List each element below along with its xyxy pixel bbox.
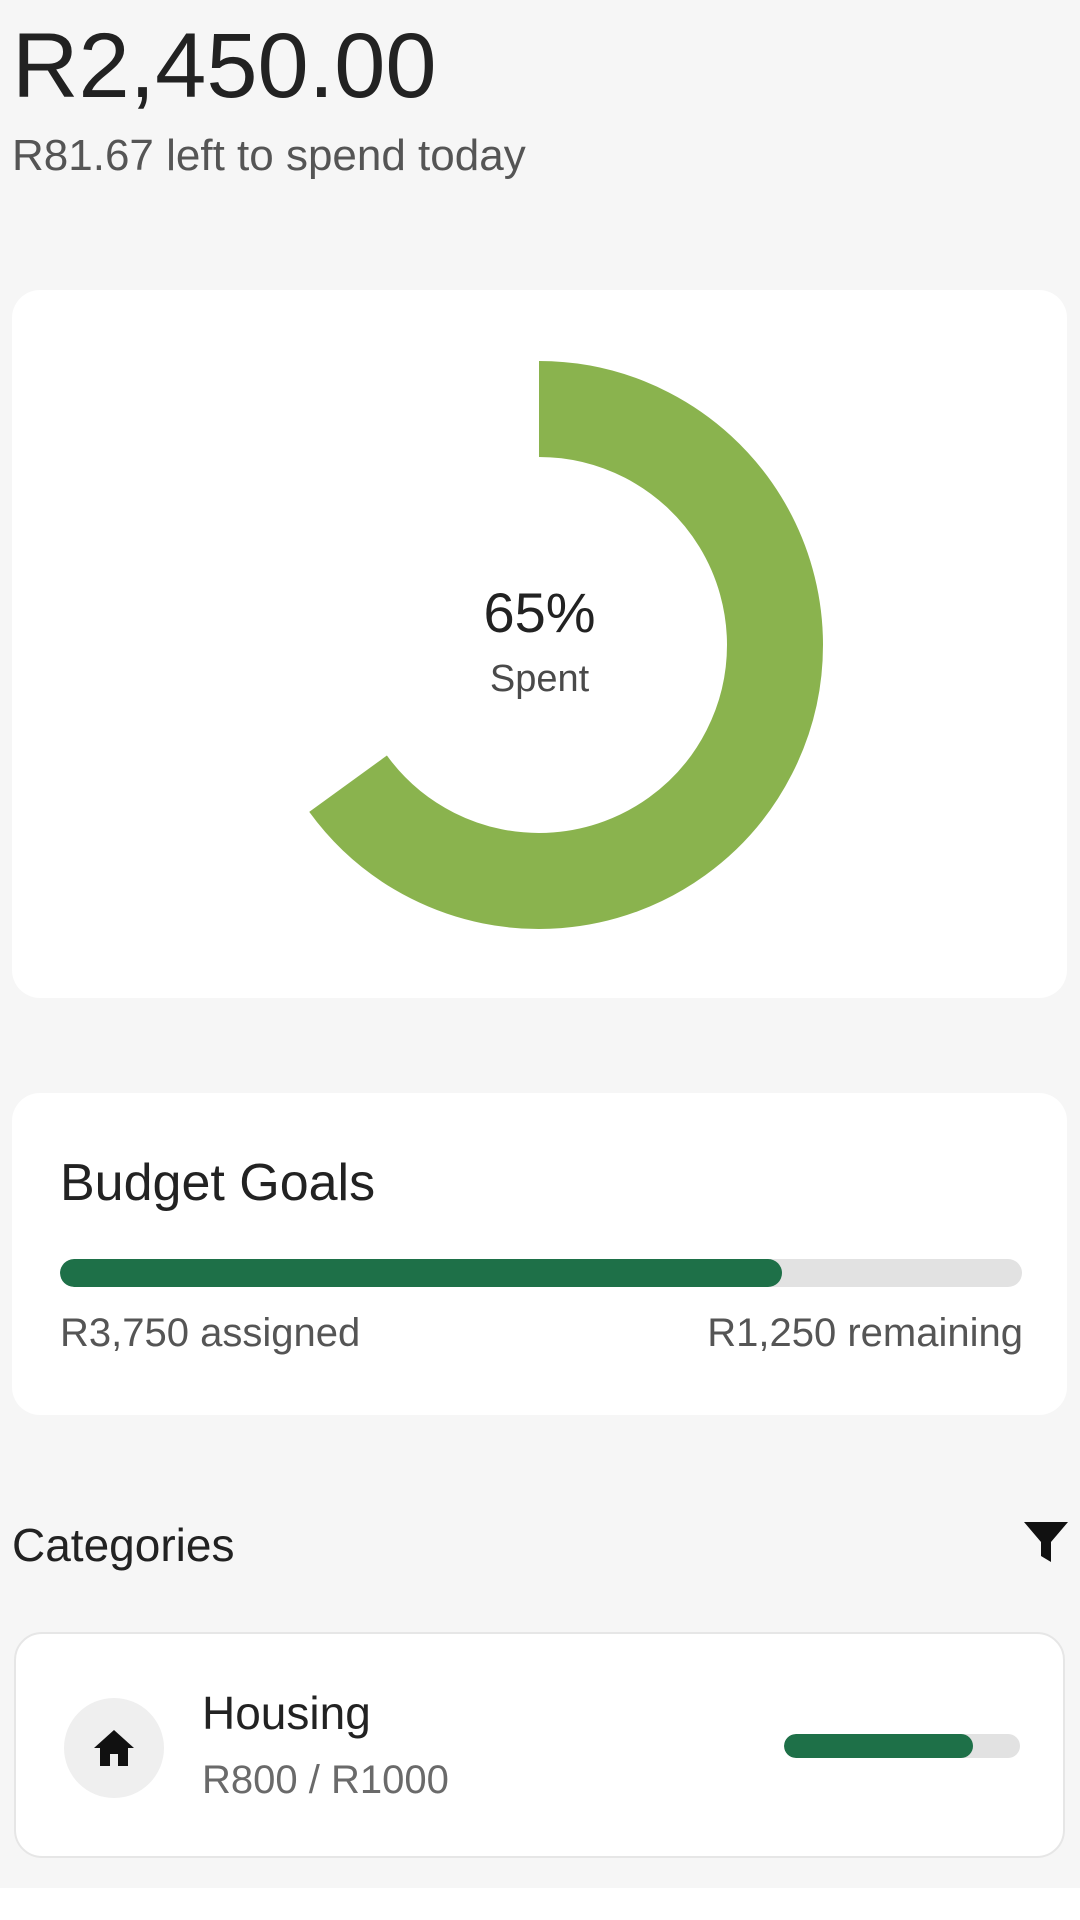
spent-label: Spent: [489, 658, 590, 700]
category-icon-container: [64, 1698, 164, 1798]
budget-goals-card: Budget Goals R3,750 assigned R1,250 rema…: [12, 1093, 1067, 1415]
budget-goals-title: Budget Goals: [60, 1154, 376, 1212]
budget-assigned: R3,750 assigned: [60, 1311, 361, 1355]
category-name: Housing: [202, 1687, 371, 1739]
category-progress-fill: [784, 1734, 973, 1758]
daily-left-text: R81.67 left to spend today: [12, 131, 526, 180]
category-amount: R800 / R1000: [202, 1758, 449, 1802]
balance-amount: R2,450.00: [12, 15, 437, 117]
budget-goals-progress: [60, 1259, 1022, 1287]
spending-card: 65% Spent: [12, 290, 1067, 998]
budget-remaining: R1,250 remaining: [707, 1311, 1023, 1355]
categories-title: Categories: [12, 1519, 235, 1571]
budget-screen: R2,450.00 R81.67 left to spend today 65%…: [0, 0, 1080, 1888]
home-icon: [94, 1730, 134, 1766]
category-item-housing[interactable]: Housing R800 / R1000: [14, 1632, 1065, 1858]
spending-arc: [309, 361, 823, 929]
budget-goals-progress-fill: [60, 1259, 782, 1287]
category-progress: [784, 1734, 1020, 1758]
spent-percent: 65%: [483, 581, 596, 644]
filter-icon[interactable]: [1022, 1520, 1070, 1564]
